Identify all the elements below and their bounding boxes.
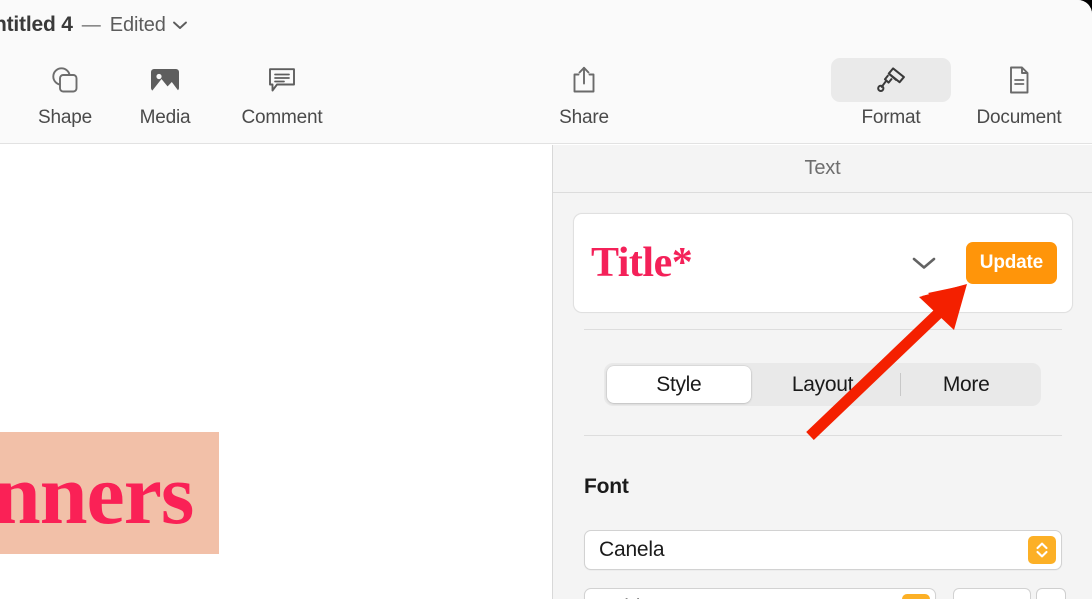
toolbar-button-format[interactable]: Format — [831, 58, 951, 129]
toolbar-label-comment: Comment — [241, 107, 323, 128]
toolbar-label-share: Share — [559, 107, 609, 128]
toolbar-label-document: Document — [976, 107, 1062, 128]
font-weight-select[interactable]: Bold — [584, 588, 936, 599]
font-size-input[interactable]: 48 — [953, 588, 1031, 599]
toolbar-label-shape: Shape — [38, 107, 92, 128]
toolbar-button-share[interactable]: Share — [528, 58, 640, 129]
edited-status-menu[interactable]: Edited — [110, 14, 188, 37]
toolbar-button-media[interactable]: Media — [109, 58, 221, 129]
chevron-up-down-icon[interactable] — [1028, 536, 1056, 564]
paragraph-style-name: Title* — [591, 240, 693, 286]
segment-separator — [900, 373, 901, 396]
font-family-select[interactable]: Canela — [584, 530, 1062, 570]
document-title-group[interactable]: ntitled 4 — Edited — [0, 13, 188, 37]
edited-label: Edited — [109, 14, 166, 36]
comment-icon — [251, 58, 313, 102]
font-section-heading: Font — [584, 475, 629, 498]
update-style-button[interactable]: Update — [965, 242, 1057, 284]
toolbar-button-document[interactable]: Document — [963, 58, 1075, 129]
slide-canvas[interactable]: inners — [0, 145, 552, 599]
tab-style[interactable]: Style — [607, 366, 751, 403]
chevron-up-down-icon[interactable] — [902, 594, 930, 599]
toolbar-label-format: Format — [861, 107, 921, 128]
keynote-window: ntitled 4 — Edited Shape Media Comment S… — [0, 0, 1092, 599]
divider — [584, 435, 1062, 436]
shape-icon — [34, 58, 96, 102]
toolbar: Shape Media Comment Share Format Documen… — [0, 50, 1092, 144]
media-icon — [134, 58, 196, 102]
paragraph-style-card[interactable]: Title* Update — [573, 213, 1073, 313]
format-inspector-panel: Text Title* Update Style Layout More Fon… — [552, 145, 1092, 599]
toolbar-button-shape[interactable]: Shape — [9, 58, 121, 129]
document-icon — [988, 58, 1050, 102]
chevron-down-icon[interactable] — [907, 246, 941, 280]
divider — [584, 329, 1062, 330]
tab-more[interactable]: More — [894, 366, 1038, 403]
document-name: ntitled 4 — [0, 13, 73, 36]
canvas-text-block[interactable]: inners — [0, 432, 219, 554]
toolbar-label-media: Media — [139, 107, 191, 128]
canvas-text-content: inners — [0, 446, 194, 542]
font-size-stepper[interactable] — [1036, 588, 1066, 599]
style-layout-more-segmented-control[interactable]: Style Layout More — [604, 363, 1041, 406]
paintbrush-icon — [831, 58, 951, 102]
tab-layout[interactable]: Layout — [751, 366, 895, 403]
chevron-down-icon — [172, 17, 188, 35]
panel-header: Text — [553, 145, 1092, 193]
title-dash: — — [81, 15, 101, 36]
toolbar-button-comment[interactable]: Comment — [226, 58, 338, 129]
font-family-value: Canela — [599, 538, 665, 561]
share-icon — [553, 58, 615, 102]
title-bar: ntitled 4 — Edited — [0, 0, 1092, 50]
panel-title: Text — [804, 157, 841, 179]
